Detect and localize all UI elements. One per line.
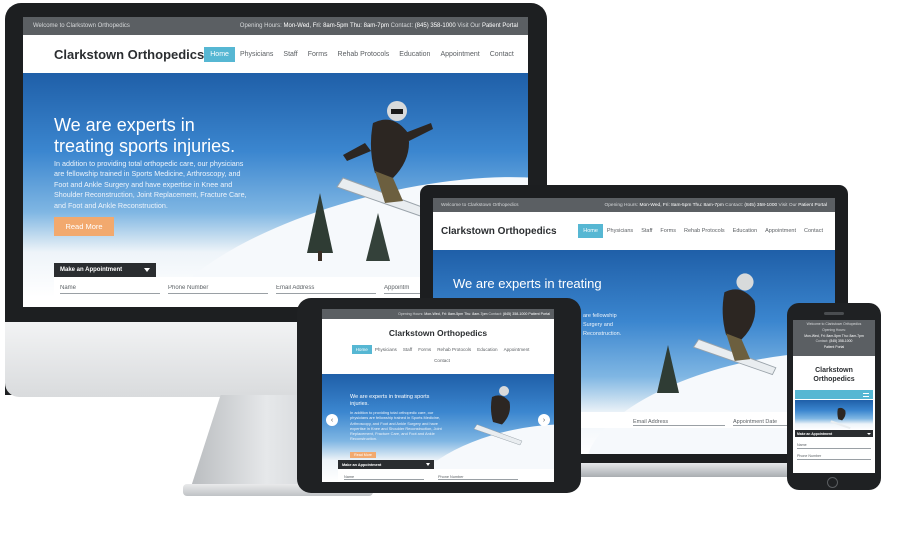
nav-forms[interactable]: Forms	[303, 47, 333, 62]
chevron-down-icon	[426, 463, 430, 466]
email-field[interactable]: Email Address	[276, 285, 376, 294]
pine-tree-1	[307, 193, 333, 261]
carousel-next[interactable]: ›	[538, 414, 550, 426]
appointment-tab[interactable]: Make an Appointment	[54, 263, 156, 277]
phone-snowboarder	[830, 407, 851, 430]
date-field[interactable]: Appointm	[384, 285, 424, 294]
topbar-info: Opening Hours: Mon-Wed, Fri: 8am-5pm Thu…	[239, 23, 518, 29]
chevron-down-icon	[144, 268, 150, 272]
nav-staff[interactable]: Staff	[278, 47, 302, 62]
phone-speaker	[824, 312, 844, 315]
desktop-topbar: Welcome to Clarkstown Orthopedics Openin…	[23, 17, 528, 35]
chevron-down-icon	[867, 432, 871, 435]
laptop-topbar: Welcome to Clarkstown Orthopedics Openin…	[433, 198, 835, 212]
welcome-text: Welcome to Clarkstown Orthopedics	[33, 23, 130, 29]
nav-home[interactable]: Home	[204, 46, 235, 62]
tablet-screen: Opening Hours: Mon-Wed, Fri: 8am-5pm Thu…	[322, 309, 554, 482]
phone-menu-bar[interactable]	[795, 390, 873, 399]
phone-screen: Welcome to Clarkstown Orthopedics Openin…	[793, 320, 875, 473]
phone-brand[interactable]: Clarkstown Orthopedics	[805, 366, 863, 384]
name-field[interactable]: Name	[60, 285, 160, 294]
phone-topbar: Welcome to Clarkstown Orthopedics Openin…	[793, 320, 875, 356]
laptop-menu: Home Physicians Staff Forms Rehab Protoc…	[578, 224, 827, 238]
laptop-brand[interactable]: Clarkstown Orthopedics	[441, 226, 557, 237]
main-menu: Home Physicians Staff Forms Rehab Protoc…	[204, 46, 519, 62]
nav-physicians[interactable]: Physicians	[235, 47, 278, 62]
nav-appointment[interactable]: Appointment	[435, 47, 484, 62]
laptop-navbar: Clarkstown Orthopedics Home Physicians S…	[433, 212, 835, 250]
tablet-snowboarder	[473, 386, 523, 446]
nav-contact[interactable]: Contact	[485, 47, 519, 62]
hamburger-icon[interactable]	[863, 392, 869, 397]
hero-headline: We are experts in treating sports injuri…	[54, 115, 236, 156]
hero-body: In addition to providing total orthopedi…	[54, 159, 247, 210]
tablet-topbar: Opening Hours: Mon-Wed, Fri: 8am-5pm Thu…	[322, 309, 554, 319]
carousel-prev[interactable]: ‹	[326, 414, 338, 426]
tablet-brand[interactable]: Clarkstown Orthopedics	[322, 328, 554, 338]
nav-education[interactable]: Education	[394, 47, 435, 62]
tablet-appointment-tab[interactable]: Make an Appointment	[338, 460, 434, 469]
phone-field[interactable]: Phone Number	[168, 285, 268, 294]
nav-rehab[interactable]: Rehab Protocols	[333, 47, 395, 62]
site-brand[interactable]: Clarkstown Orthopedics	[54, 47, 204, 62]
tablet-menu: Home Physicians Staff Forms Rehab Protoc…	[342, 345, 542, 365]
phone-home-button	[827, 477, 838, 488]
laptop-snowboarder	[692, 273, 777, 376]
desktop-navbar: Clarkstown Orthopedics Home Physicians S…	[23, 35, 528, 73]
phone-appointment-tab[interactable]: Make an Appointment	[795, 430, 873, 437]
tablet-hero: We are experts in treating sports injuri…	[322, 374, 554, 482]
tablet-form: Name Phone Number	[338, 469, 554, 482]
laptop-portal-link[interactable]: Patient Portal	[798, 203, 827, 208]
phone-hero	[795, 400, 873, 430]
tablet-body: In addition to providing total orthopedi…	[350, 410, 442, 442]
laptop-pine-tree	[657, 345, 679, 393]
tablet-read-more[interactable]: Read More	[350, 452, 376, 458]
device-mockup-showcase: Welcome to Clarkstown Orthopedics Openin…	[0, 0, 900, 537]
tablet-headline: We are experts in treating sports injuri…	[350, 394, 430, 407]
phone-form: Name Phone Number	[797, 440, 871, 460]
laptop-headline: We are experts in treating	[453, 276, 602, 291]
pine-tree-2	[366, 213, 390, 261]
read-more-button[interactable]: Read More	[54, 217, 114, 236]
patient-portal-link[interactable]: Patient Portal	[482, 23, 518, 29]
